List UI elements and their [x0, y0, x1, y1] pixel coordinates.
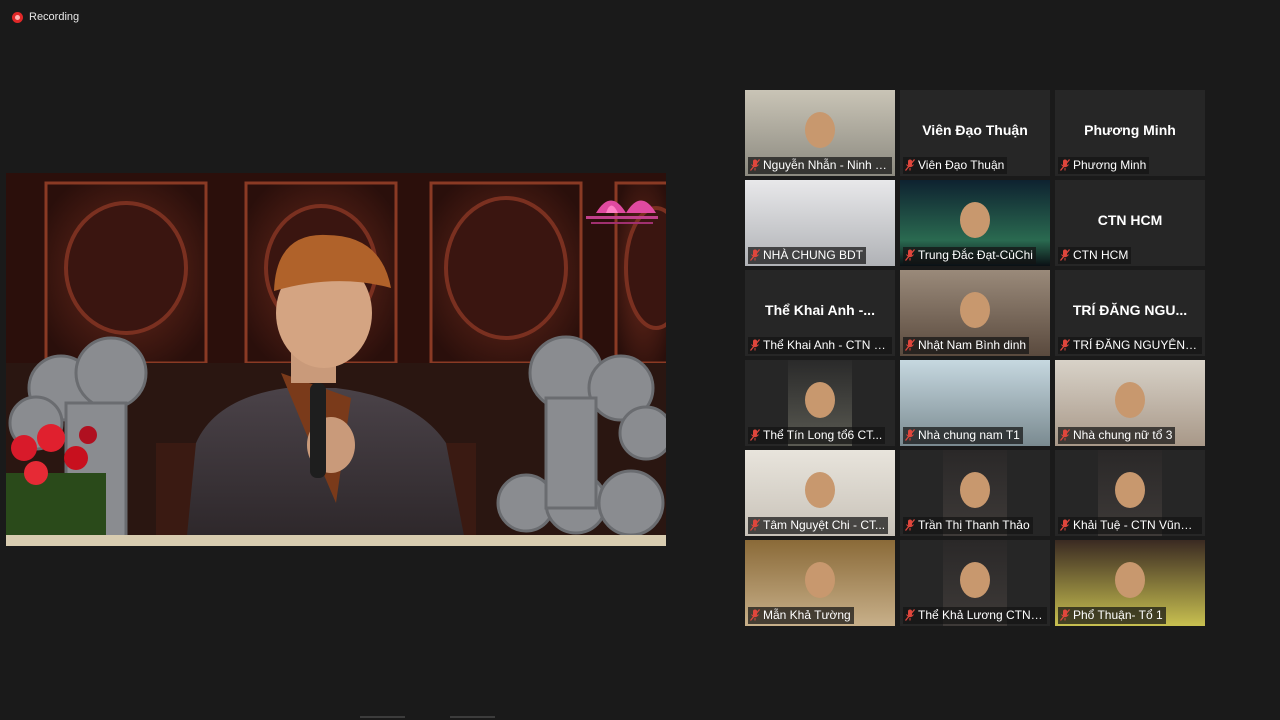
muted-mic-icon — [905, 249, 915, 261]
muted-mic-icon — [905, 609, 915, 621]
participant-tile[interactable]: Phương Minh Phương Minh — [1055, 90, 1205, 176]
participant-name-bar: Nhà chung nữ tổ 3 — [1058, 427, 1176, 444]
participant-name-bar: Viên Đạo Thuận — [903, 157, 1008, 174]
participant-name-bar: TRÍ ĐĂNG NGUYÊN. ... — [1058, 337, 1202, 354]
participant-face — [1115, 562, 1145, 598]
participant-face — [960, 202, 990, 238]
participant-display-name: Viên Đạo Thuận — [922, 122, 1028, 138]
participant-tile[interactable]: Nhà chung nam T1 — [900, 360, 1050, 446]
muted-mic-icon — [750, 249, 760, 261]
participant-name-bar: Nguyễn Nhẫn - Ninh Th... — [748, 157, 892, 174]
participant-name: Nguyễn Nhẫn - Ninh Th... — [763, 158, 889, 172]
page-indicator[interactable] — [360, 716, 500, 720]
meeting-window: Recording Nguyễn Nhẫn - Ninh Th... Viên … — [0, 0, 1280, 720]
muted-mic-icon — [905, 339, 915, 351]
participant-name: Thể Khả Lương CTN-... — [918, 608, 1044, 622]
participant-name: TRÍ ĐĂNG NGUYÊN. ... — [1073, 338, 1199, 352]
page-dot[interactable] — [360, 716, 405, 718]
participant-name-bar: Thể Khai Anh - CTN V... — [748, 337, 892, 354]
participant-face — [1115, 472, 1145, 508]
participant-name-bar: Phổ Thuận- Tổ 1 — [1058, 607, 1166, 624]
participant-display-name: Thể Khai Anh -... — [765, 302, 875, 318]
page-dot[interactable] — [450, 716, 495, 718]
speaker-video-frame — [6, 173, 666, 546]
muted-mic-icon — [905, 159, 915, 171]
participant-name: Phổ Thuận- Tổ 1 — [1073, 608, 1163, 622]
participant-face — [805, 562, 835, 598]
participant-name: Nhà chung nam T1 — [918, 428, 1020, 442]
participant-name-bar: Nhà chung nam T1 — [903, 427, 1023, 444]
participant-name: CTN HCM — [1073, 248, 1129, 262]
participant-face — [960, 562, 990, 598]
participant-name: Thể Khai Anh - CTN V... — [763, 338, 889, 352]
participant-name-bar: Khải Tuệ - CTN Vũng ... — [1058, 517, 1202, 534]
participant-face — [960, 292, 990, 328]
muted-mic-icon — [750, 429, 760, 441]
participant-face — [805, 112, 835, 148]
participant-name: Nhật Nam Bình dinh — [918, 338, 1027, 352]
participant-name: Tâm Nguyệt Chi - CT... — [763, 518, 886, 532]
muted-mic-icon — [1060, 249, 1070, 261]
participant-name-bar: Trung Đắc Đạt-CủChi — [903, 247, 1036, 264]
participant-face — [805, 472, 835, 508]
muted-mic-icon — [905, 519, 915, 531]
participant-name-bar: Tâm Nguyệt Chi - CT... — [748, 517, 889, 534]
muted-mic-icon — [1060, 519, 1070, 531]
participant-name: Phương Minh — [1073, 158, 1147, 172]
recording-indicator[interactable]: Recording — [12, 11, 79, 23]
participant-name-bar: CTN HCM — [1058, 247, 1132, 264]
participant-tile[interactable]: Thể Khả Lương CTN-... — [900, 540, 1050, 626]
participant-tile[interactable]: CTN HCM CTN HCM — [1055, 180, 1205, 266]
participant-name-bar: Nhật Nam Bình dinh — [903, 337, 1030, 354]
participant-name: Thể Tín Long tổ6 CT... — [763, 428, 883, 442]
participant-tile[interactable]: Nhật Nam Bình dinh — [900, 270, 1050, 356]
participant-name-bar: Thể Tín Long tổ6 CT... — [748, 427, 886, 444]
participant-name-bar: Trần Thị Thanh Thảo — [903, 517, 1033, 534]
participant-name-bar: Mẫn Khả Tường — [748, 607, 854, 624]
participant-name: Nhà chung nữ tổ 3 — [1073, 428, 1173, 442]
participant-tile[interactable]: Thể Khai Anh -... Thể Khai Anh - CTN V... — [745, 270, 895, 356]
participant-tile[interactable]: Tâm Nguyệt Chi - CT... — [745, 450, 895, 536]
participant-tile[interactable]: Trung Đắc Đạt-CủChi — [900, 180, 1050, 266]
muted-mic-icon — [1060, 609, 1070, 621]
participant-name: Mẫn Khả Tường — [763, 608, 851, 622]
participant-tile[interactable]: Phổ Thuận- Tổ 1 — [1055, 540, 1205, 626]
muted-mic-icon — [1060, 429, 1070, 441]
muted-mic-icon — [750, 159, 760, 171]
participant-face — [1115, 382, 1145, 418]
muted-mic-icon — [750, 339, 760, 351]
participant-display-name: CTN HCM — [1097, 212, 1163, 228]
muted-mic-icon — [905, 429, 915, 441]
participant-display-name: Phương Minh — [1084, 122, 1176, 138]
muted-mic-icon — [1060, 339, 1070, 351]
muted-mic-icon — [750, 609, 760, 621]
participant-face — [805, 382, 835, 418]
participant-tile[interactable]: TRÍ ĐĂNG NGU... TRÍ ĐĂNG NGUYÊN. ... — [1055, 270, 1205, 356]
participant-tile[interactable]: Nhà chung nữ tổ 3 — [1055, 360, 1205, 446]
participant-face — [960, 472, 990, 508]
participant-tile[interactable]: Thể Tín Long tổ6 CT... — [745, 360, 895, 446]
participant-name-bar: NHÀ CHUNG BDT — [748, 247, 867, 264]
participant-tile[interactable]: Nguyễn Nhẫn - Ninh Th... — [745, 90, 895, 176]
participant-display-name: TRÍ ĐĂNG NGU... — [1072, 302, 1188, 318]
participant-name: Trần Thị Thanh Thảo — [918, 518, 1030, 532]
participant-name-bar: Thể Khả Lương CTN-... — [903, 607, 1047, 624]
participant-name: Viên Đạo Thuận — [918, 158, 1005, 172]
participant-name: Khải Tuệ - CTN Vũng ... — [1073, 518, 1199, 532]
participant-tile[interactable]: NHÀ CHUNG BDT — [745, 180, 895, 266]
participant-gallery: Nguyễn Nhẫn - Ninh Th... Viên Đạo Thuận Vi… — [745, 90, 1211, 630]
muted-mic-icon — [1060, 159, 1070, 171]
participant-tile[interactable]: Khải Tuệ - CTN Vũng ... — [1055, 450, 1205, 536]
participant-name: Trung Đắc Đạt-CủChi — [918, 248, 1033, 262]
muted-mic-icon — [750, 519, 760, 531]
recording-label: Recording — [29, 11, 80, 23]
participant-name-bar: Phương Minh — [1058, 157, 1150, 174]
participant-tile[interactable]: Mẫn Khả Tường — [745, 540, 895, 626]
main-speaker-video[interactable] — [6, 173, 666, 546]
participant-tile[interactable]: Trần Thị Thanh Thảo — [900, 450, 1050, 536]
participant-name: NHÀ CHUNG BDT — [763, 248, 864, 262]
record-icon — [12, 11, 23, 23]
participant-tile[interactable]: Viên Đạo Thuận Viên Đạo Thuận — [900, 90, 1050, 176]
